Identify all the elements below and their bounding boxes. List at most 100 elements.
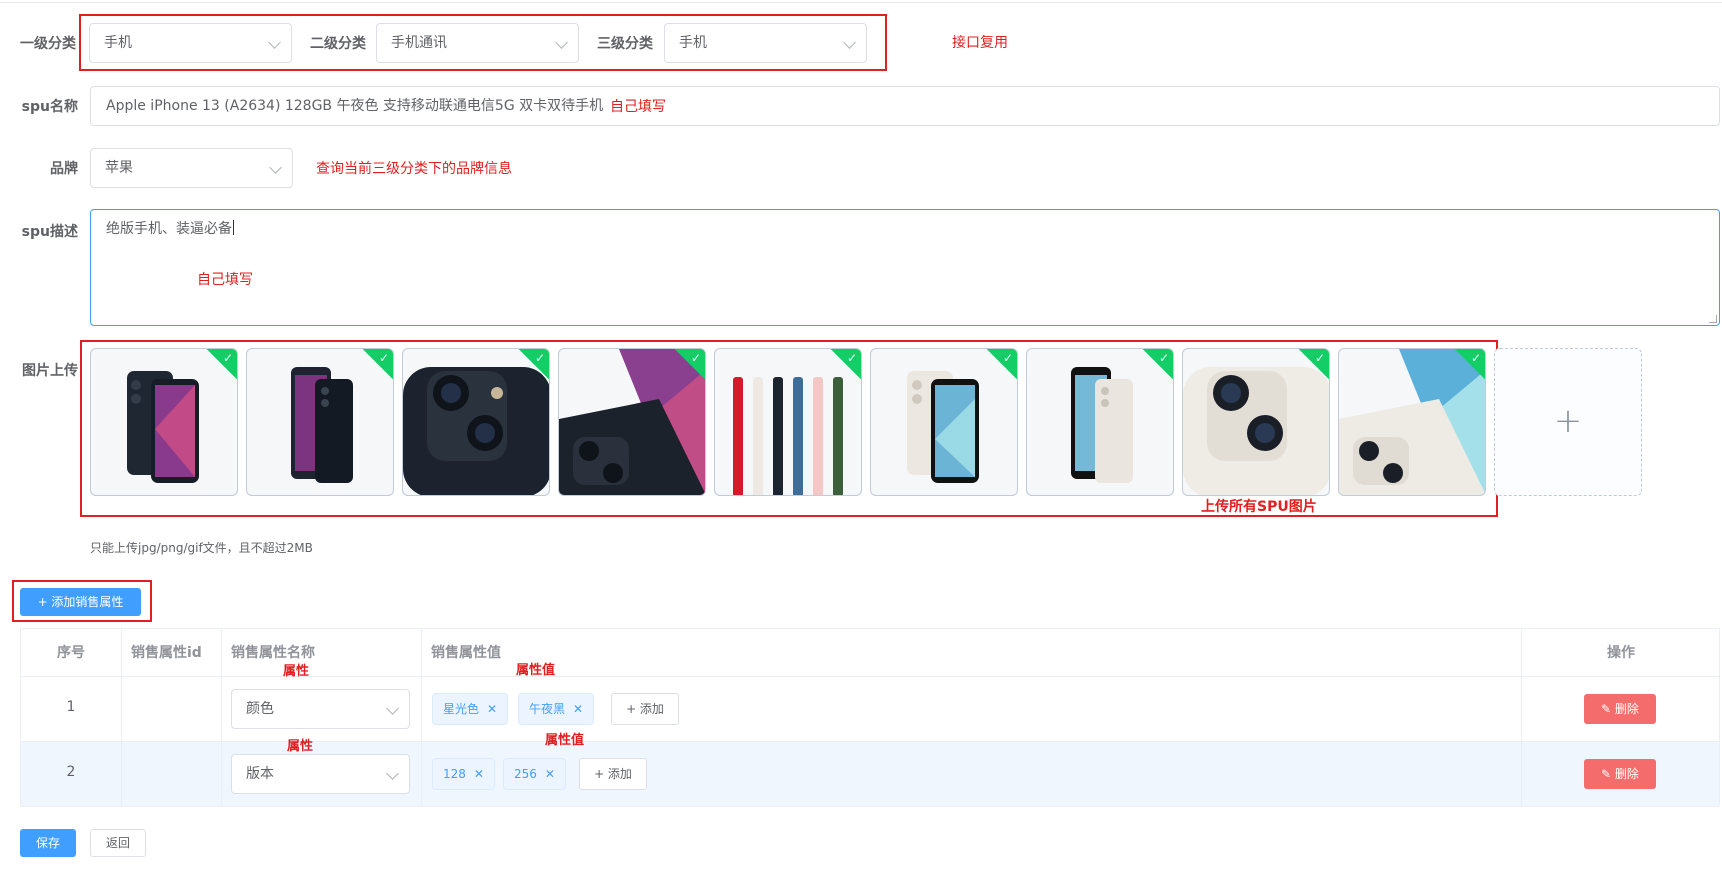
annotation-self-fill-desc: 自己填写: [197, 272, 253, 288]
header-index: 序号: [57, 645, 85, 661]
phone-side-image: [291, 367, 353, 483]
category-level3-value: 手机: [679, 35, 707, 51]
image-thumb-7[interactable]: ✓: [1026, 348, 1174, 496]
attr-value-tag[interactable]: 星光色 ✕: [432, 693, 509, 725]
close-icon[interactable]: ✕: [474, 767, 484, 781]
annotation-upload-all: 上传所有SPU图片: [1201, 499, 1317, 515]
tag-label: 星光色: [443, 702, 480, 716]
starlight-camera-image: [1183, 367, 1329, 495]
upload-tip: 只能上传jpg/png/gif文件，且不超过2MB: [90, 541, 313, 555]
attr-name-select[interactable]: 版本: [231, 754, 410, 794]
column-divider: [221, 629, 222, 807]
row-index: 1: [66, 699, 76, 715]
image-thumb-5[interactable]: ✓: [714, 348, 862, 496]
category-level3-select[interactable]: 手机: [664, 23, 867, 63]
edit-icon: ✎: [1601, 767, 1615, 781]
text-caret: [233, 220, 234, 235]
starlight-angle-image: [1339, 349, 1485, 495]
table-row: 2 版本 128 ✕ 256 ✕ + 添加 ✎ 删除: [21, 742, 1719, 807]
sale-attr-table: 序号 销售属性id 销售属性名称 销售属性值 操作 1 颜色 星光色 ✕ 午夜黑 ✕…: [20, 628, 1720, 807]
image-upload-add-button[interactable]: +: [1494, 348, 1642, 496]
camera-closeup-image: [403, 367, 549, 495]
edit-icon: ✎: [1601, 702, 1615, 716]
annotation-attr-value-2: 属性值: [545, 733, 585, 748]
column-divider: [1521, 629, 1522, 807]
check-icon: ✓: [846, 351, 857, 365]
attr-value-tag[interactable]: 256 ✕: [503, 758, 566, 790]
category-level1-select[interactable]: 手机: [89, 23, 292, 63]
brand-label: 品牌: [50, 161, 78, 177]
top-divider: [0, 2, 1722, 3]
annotation-brand-query: 查询当前三级分类下的品牌信息: [316, 161, 512, 177]
check-icon: ✓: [534, 351, 545, 365]
spu-name-label: spu名称: [21, 99, 78, 115]
delete-label: 删除: [1614, 702, 1639, 716]
description-textarea[interactable]: 绝版手机、装逼必备: [90, 209, 1720, 326]
delete-label: 删除: [1614, 767, 1639, 781]
image-thumb-2[interactable]: ✓: [246, 348, 394, 496]
check-icon: ✓: [690, 351, 701, 365]
attr-value-tag[interactable]: 午夜黑 ✕: [518, 693, 595, 725]
attr-name-value: 颜色: [246, 701, 274, 717]
chevron-down-icon: [268, 36, 281, 49]
tag-label: 午夜黑: [529, 702, 566, 716]
image-thumb-3[interactable]: ✓: [402, 348, 550, 496]
spu-name-input[interactable]: Apple iPhone 13 (A2634) 128GB 午夜色 支持移动联通…: [90, 86, 1720, 126]
check-icon: ✓: [1002, 351, 1013, 365]
plus-icon: +: [1553, 401, 1583, 441]
delete-button[interactable]: ✎ 删除: [1584, 694, 1656, 724]
check-icon: ✓: [222, 351, 233, 365]
add-attr-value-button[interactable]: + 添加: [611, 693, 679, 725]
category-level1-value: 手机: [104, 35, 132, 51]
chevron-down-icon: [386, 702, 399, 715]
close-icon[interactable]: ✕: [487, 702, 497, 716]
brand-select[interactable]: 苹果: [90, 148, 293, 188]
category-level3-label: 三级分类: [597, 36, 653, 52]
back-button[interactable]: 返回: [90, 829, 146, 857]
image-thumb-9[interactable]: ✓: [1338, 348, 1486, 496]
header-attr-id: 销售属性id: [131, 645, 202, 661]
image-upload-label: 图片上传: [22, 363, 78, 379]
table-header: 序号 销售属性id 销售属性名称 销售属性值 操作: [21, 629, 1719, 677]
category-level2-label: 二级分类: [310, 36, 366, 52]
attr-name-select[interactable]: 颜色: [231, 689, 410, 729]
row-index: 2: [66, 764, 76, 780]
add-sale-attr-button[interactable]: + 添加销售属性: [20, 588, 141, 616]
add-attr-value-button[interactable]: + 添加: [579, 758, 647, 790]
attr-value-tag[interactable]: 128 ✕: [432, 758, 495, 790]
category-level1-label: 一级分类: [20, 36, 76, 52]
category-level2-select[interactable]: 手机通讯: [376, 23, 579, 63]
delete-button[interactable]: ✎ 删除: [1584, 759, 1656, 789]
description-label: spu描述: [21, 224, 78, 240]
image-thumb-8[interactable]: ✓: [1182, 348, 1330, 496]
close-icon[interactable]: ✕: [545, 767, 555, 781]
image-thumb-6[interactable]: ✓: [870, 348, 1018, 496]
annotation-attr-value-1: 属性值: [516, 663, 556, 678]
chevron-down-icon: [386, 767, 399, 780]
phone-angle-image: [559, 349, 705, 495]
phone-front-image: [127, 371, 199, 483]
annotation-self-fill-name: 自己填写: [610, 99, 666, 115]
check-icon: ✓: [1158, 351, 1169, 365]
starlight-side-image: [1071, 367, 1133, 483]
chevron-down-icon: [843, 36, 856, 49]
resize-grip-icon[interactable]: [1709, 315, 1717, 323]
category-level2-value: 手机通讯: [391, 35, 447, 51]
header-attr-name: 销售属性名称: [231, 645, 315, 661]
save-button[interactable]: 保存: [20, 829, 76, 857]
check-icon: ✓: [1314, 351, 1325, 365]
column-divider: [421, 629, 422, 807]
attr-name-value: 版本: [246, 766, 274, 782]
starlight-phone-image: [907, 371, 979, 483]
chevron-down-icon: [555, 36, 568, 49]
description-value: 绝版手机、装逼必备: [106, 221, 232, 237]
spu-name-value: Apple iPhone 13 (A2634) 128GB 午夜色 支持移动联通…: [106, 98, 604, 114]
image-thumb-1[interactable]: ✓: [90, 348, 238, 496]
close-icon[interactable]: ✕: [573, 702, 583, 716]
table-row: 1 颜色 星光色 ✕ 午夜黑 ✕ + 添加 ✎ 删除: [21, 677, 1719, 742]
image-thumb-4[interactable]: ✓: [558, 348, 706, 496]
brand-value: 苹果: [105, 160, 133, 176]
tag-label: 256: [514, 767, 537, 781]
annotation-attr-2: 属性: [287, 739, 314, 754]
chevron-down-icon: [269, 161, 282, 174]
